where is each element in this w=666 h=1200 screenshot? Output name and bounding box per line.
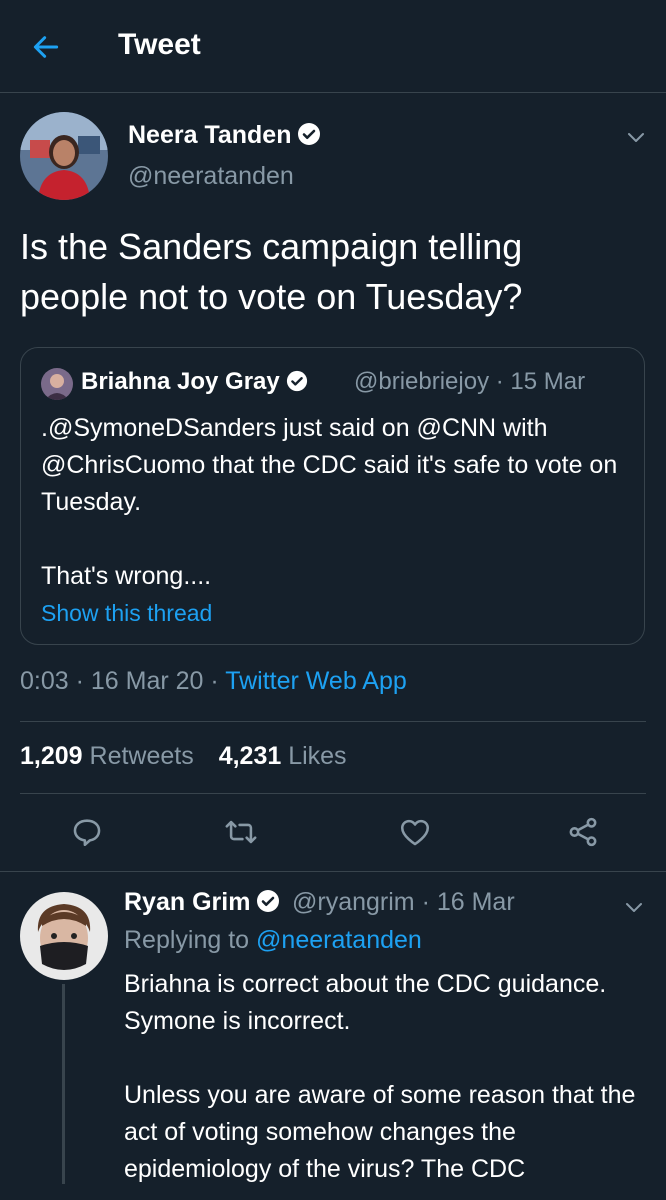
likes-stat[interactable]: 4,231 Likes — [219, 742, 347, 770]
author-handle[interactable]: @neeratanden — [128, 162, 294, 191]
reply-author-name[interactable]: Ryan Grim — [124, 888, 280, 917]
retweet-icon[interactable] — [224, 815, 258, 849]
quoted-text: .@SymoneDSanders just said on @CNN with … — [41, 414, 618, 590]
reply-handle-date[interactable]: @ryangrim · 16 Mar — [292, 888, 515, 917]
reply-icon[interactable] — [70, 815, 104, 849]
share-icon[interactable] — [566, 815, 600, 849]
verified-badge-icon — [257, 890, 280, 912]
tweet-timestamp: 0:03 · 16 Mar 20 · — [20, 667, 226, 695]
reply-text: Briahna is correct about the CDC guidanc… — [124, 970, 636, 1183]
thread-line — [62, 984, 65, 1184]
like-icon[interactable] — [398, 815, 432, 849]
replying-to-link[interactable]: @neeratanden — [256, 926, 422, 954]
replying-to: Replying to @neeratanden — [124, 926, 422, 954]
top-bar: Tweet — [0, 0, 666, 93]
chevron-down-icon[interactable] — [624, 125, 648, 149]
retweets-stat[interactable]: 1,209 Retweets — [20, 742, 194, 770]
quoted-author-name: Briahna Joy Gray — [81, 368, 308, 396]
verified-badge-icon — [298, 123, 321, 145]
show-thread-link[interactable]: Show this thread — [41, 600, 212, 627]
divider — [20, 793, 646, 794]
chevron-down-icon[interactable] — [622, 895, 646, 919]
tweet-stats: 1,209 Retweets 4,231 Likes — [20, 742, 347, 771]
page-title: Tweet — [118, 28, 201, 61]
divider — [0, 871, 666, 872]
quoted-tweet[interactable]: Briahna Joy Gray @briebriejoy · 15 Mar .… — [20, 347, 645, 645]
tweet-metadata: 0:03 · 16 Mar 20 · Twitter Web App — [20, 667, 407, 696]
back-arrow-icon[interactable] — [30, 31, 62, 63]
author-name[interactable]: Neera Tanden — [128, 121, 321, 150]
quoted-handle-date: @briebriejoy · 15 Mar — [354, 368, 586, 395]
bottom-edge — [0, 1184, 666, 1200]
tweet-text: Is the Sanders campaign telling people n… — [20, 226, 523, 317]
avatar[interactable] — [20, 112, 108, 200]
source-app-link[interactable]: Twitter Web App — [225, 667, 407, 695]
verified-badge-icon — [286, 370, 307, 392]
reply-avatar[interactable] — [20, 892, 108, 980]
quoted-avatar — [41, 368, 73, 400]
divider — [20, 721, 646, 722]
